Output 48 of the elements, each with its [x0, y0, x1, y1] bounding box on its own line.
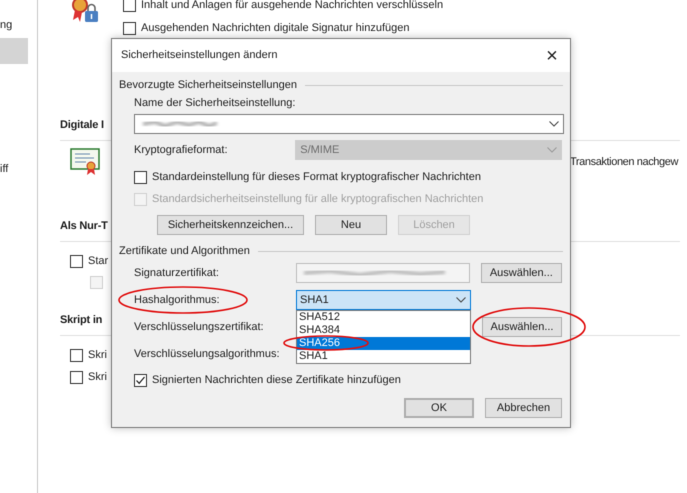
section-heading: Digitale I [60, 118, 104, 133]
field-label: Name der Sicherheitseinstellung: [134, 97, 296, 110]
side-text: Transaktionen nachgew [570, 154, 678, 170]
checkbox[interactable] [70, 254, 83, 268]
checkbox[interactable] [134, 170, 147, 184]
checkbox[interactable] [123, 22, 136, 34]
section-heading: Skript in [60, 313, 102, 328]
dialog-title: Sicherheitseinstellungen ändern [121, 48, 278, 64]
checkbox-label: Skri [88, 370, 107, 384]
checkbox-label: Star [88, 254, 108, 268]
button[interactable]: Sicherheitskennzeichen... [157, 215, 304, 235]
section-heading: Als Nur-T [60, 219, 108, 234]
field-label: Verschlüsselungsalgorithmus: [134, 346, 280, 362]
close-button[interactable]: × [544, 46, 560, 66]
group-title: Zertifikate und Algorithmen [119, 244, 250, 259]
sidebar-item[interactable]: ng [0, 12, 28, 38]
field-label: Signaturzertifikat: [134, 266, 219, 281]
group-title: Bevorzugte Sicherheitseinstellungen [119, 78, 297, 93]
button[interactable]: Neu [315, 215, 387, 235]
button[interactable]: Abbrechen [485, 398, 562, 418]
dropdown-caret-icon [547, 147, 557, 153]
button[interactable]: OK [404, 398, 474, 418]
checkbox[interactable] [70, 370, 83, 384]
hash-dropdown[interactable]: SHA1 [296, 290, 471, 310]
field-label: Hashalgorithmus: [134, 292, 220, 308]
dropdown-option[interactable]: SHA256 [297, 337, 470, 350]
field-label: Verschlüsselungszertifikat: [134, 320, 264, 335]
checkbox-label: Ausgehenden Nachrichten digitale Signatur hinzufügen [141, 21, 410, 35]
dropdown-option[interactable]: SHA1 [297, 350, 470, 363]
checkbox-label: Signierten Nachrichten diese Zertifikate hinzufügen [152, 373, 401, 387]
dropdown-option[interactable]: SHA512 [297, 311, 470, 324]
dropdown-caret-icon [549, 121, 559, 127]
checkbox-label: Inhalt und Anlagen für ausgehende Nachrichten verschlüsseln [141, 0, 444, 12]
button[interactable]: Auswählen... [480, 263, 562, 283]
field-label: Kryptografieformat: [134, 142, 229, 158]
dropdown-option[interactable]: SHA384 [297, 324, 470, 337]
certificate-icon [70, 148, 100, 176]
name-dropdown[interactable] [134, 114, 564, 134]
checkbox-label: Standardeinstellung für dieses Format kryptografischer Nachrichten [152, 170, 481, 184]
checkbox[interactable] [123, 0, 136, 12]
sidebar-item[interactable]: iff [0, 156, 28, 182]
signature-field[interactable] [296, 263, 470, 283]
dropdown-caret-icon [456, 297, 466, 303]
checkbox-label: Standardsicherheitseinstellung für alle kryptografischen Nachrichten [152, 192, 484, 206]
checkbox[interactable] [70, 348, 83, 362]
button[interactable]: Auswählen... [482, 317, 562, 337]
checkbox[interactable] [134, 374, 147, 386]
checkbox-label: Skri [88, 348, 107, 362]
